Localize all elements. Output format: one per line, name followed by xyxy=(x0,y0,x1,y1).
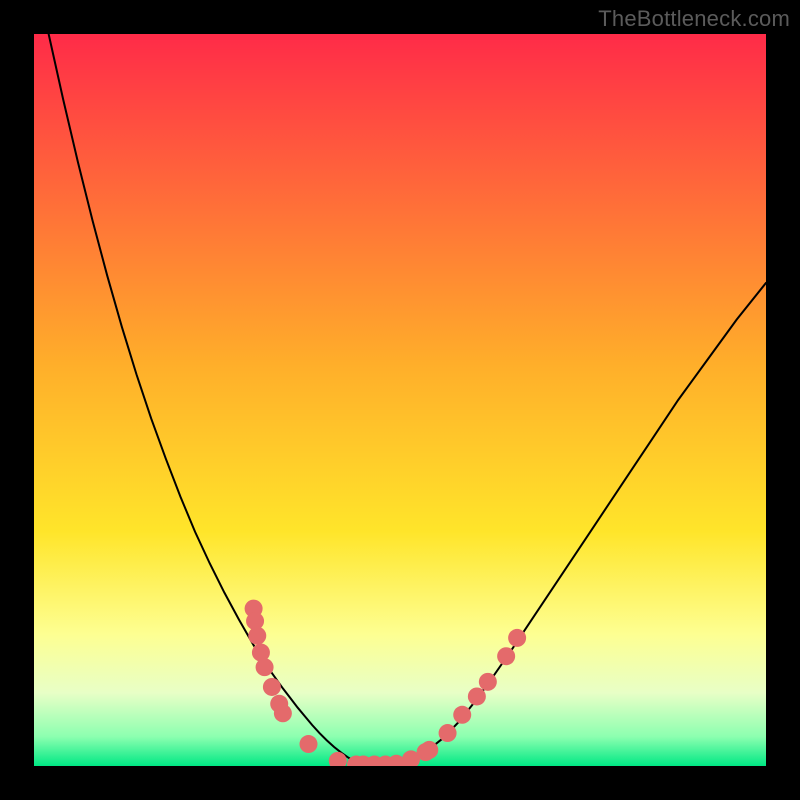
data-marker xyxy=(256,658,274,676)
data-marker xyxy=(248,627,266,645)
data-marker xyxy=(300,735,318,753)
chart-frame: TheBottleneck.com xyxy=(0,0,800,800)
data-marker xyxy=(508,629,526,647)
watermark-text: TheBottleneck.com xyxy=(598,6,790,32)
data-marker xyxy=(497,647,515,665)
data-marker xyxy=(439,724,457,742)
data-marker xyxy=(468,687,486,705)
data-marker xyxy=(453,706,471,724)
data-marker xyxy=(479,673,497,691)
plot-area xyxy=(34,34,766,766)
plot-svg xyxy=(34,34,766,766)
data-marker xyxy=(420,741,438,759)
gradient-background xyxy=(34,34,766,766)
data-marker xyxy=(263,678,281,696)
data-marker xyxy=(274,704,292,722)
